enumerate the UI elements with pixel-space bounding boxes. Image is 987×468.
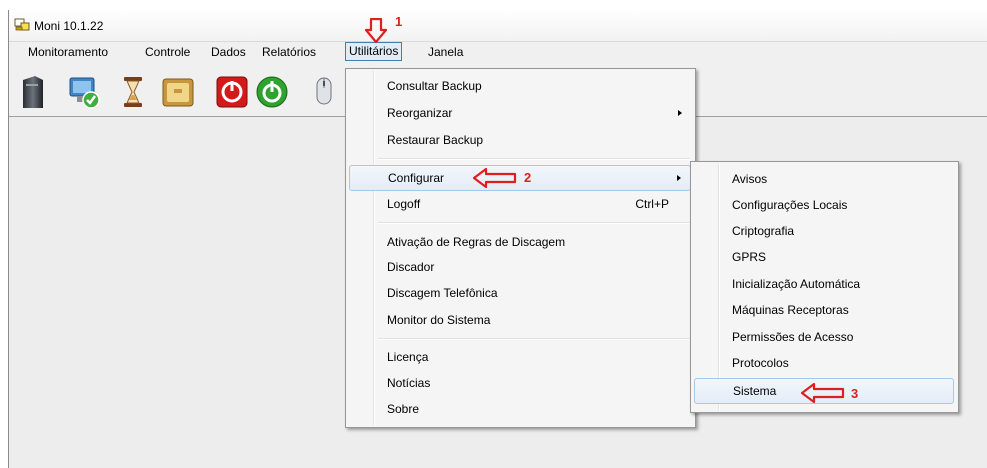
- menu-item-label: Restaurar Backup: [387, 133, 484, 147]
- menu-item-logoff[interactable]: Logoff Ctrl+P: [349, 192, 691, 216]
- submenu-item-maquinas-receptoras[interactable]: Máquinas Receptoras: [694, 298, 954, 322]
- menu-item-label: Criptografia: [732, 224, 795, 238]
- menu-dados[interactable]: Dados: [208, 44, 249, 60]
- menu-item-noticias[interactable]: Notícias: [349, 371, 691, 395]
- annotation-step-3: 3: [851, 386, 859, 401]
- menu-separator: [378, 222, 690, 224]
- submenu-item-permissoes-acesso[interactable]: Permissões de Acesso: [694, 325, 954, 349]
- menu-item-label: Protocolos: [732, 356, 789, 370]
- menu-separator: [378, 158, 690, 160]
- menu-item-label: Inicialização Automática: [732, 277, 861, 291]
- submenu-item-gprs[interactable]: GPRS: [694, 245, 954, 269]
- configurar-submenu: Avisos Configurações Locais Criptografia…: [690, 161, 959, 413]
- menu-item-label: GPRS: [732, 250, 767, 264]
- menu-controle[interactable]: Controle: [142, 44, 193, 60]
- menu-separator: [378, 338, 690, 340]
- menu-item-label: Máquinas Receptoras: [732, 303, 849, 317]
- menu-item-label: Sistema: [733, 384, 777, 398]
- hourglass-icon[interactable]: [116, 74, 150, 110]
- menu-janela[interactable]: Janela: [425, 44, 466, 60]
- annotation-step-2: 2: [524, 170, 532, 185]
- annotation-arrow-down-icon: [365, 18, 387, 44]
- server-icon[interactable]: [15, 74, 49, 110]
- submenu-arrow-icon: [678, 110, 682, 116]
- submenu-arrow-icon: [677, 175, 681, 181]
- menu-item-shortcut: Ctrl+P: [635, 197, 669, 211]
- menu-item-label: Notícias: [387, 376, 431, 390]
- annotation-arrow-left-icon: [472, 167, 517, 189]
- menu-relatorios[interactable]: Relatórios: [259, 44, 319, 60]
- stop-icon[interactable]: [215, 74, 249, 110]
- menu-bar: Monitoramento Controle Dados Relatórios …: [9, 42, 987, 62]
- annotation-arrow-left-icon: [800, 382, 845, 404]
- menu-item-label: Permissões de Acesso: [732, 330, 854, 344]
- menu-item-consultar-backup[interactable]: Consultar Backup: [349, 74, 691, 98]
- power-icon[interactable]: [255, 74, 289, 110]
- menu-item-label: Discador: [387, 260, 435, 274]
- window-title: Moni 10.1.22: [34, 19, 104, 33]
- folder-icon[interactable]: [161, 74, 195, 110]
- menu-item-label: Avisos: [732, 172, 768, 186]
- mouse-icon[interactable]: [307, 74, 341, 110]
- submenu-item-configuracoes-locais[interactable]: Configurações Locais: [694, 193, 954, 217]
- menu-item-label: Consultar Backup: [387, 79, 482, 93]
- app-icon: [14, 18, 30, 31]
- utilitarios-menu: Consultar Backup Reorganizar Restaurar B…: [345, 68, 696, 428]
- menu-item-label: Licença: [387, 350, 429, 364]
- menu-item-restaurar-backup[interactable]: Restaurar Backup: [349, 128, 691, 152]
- menu-item-label: Sobre: [387, 402, 420, 416]
- title-bar: Moni 10.1.22: [9, 10, 987, 42]
- menu-utilitarios[interactable]: Utilitários: [345, 42, 403, 61]
- menu-item-label: Ativação de Regras de Discagem: [387, 235, 566, 249]
- menu-item-licenca[interactable]: Licença: [349, 345, 691, 369]
- submenu-item-protocolos[interactable]: Protocolos: [694, 351, 954, 375]
- menu-item-label: Monitor do Sistema: [387, 313, 491, 327]
- submenu-item-criptografia[interactable]: Criptografia: [694, 219, 954, 243]
- menu-item-label: Configurar: [388, 171, 445, 185]
- menu-item-reorganizar[interactable]: Reorganizar: [349, 101, 691, 125]
- menu-item-sobre[interactable]: Sobre: [349, 397, 691, 421]
- menu-item-label: Configurações Locais: [732, 198, 848, 212]
- menu-monitoramento[interactable]: Monitoramento: [25, 44, 111, 60]
- menu-item-label: Discagem Telefônica: [387, 286, 498, 300]
- submenu-item-inicializacao-automatica[interactable]: Inicialização Automática: [694, 272, 954, 296]
- menu-item-ativacao-regras[interactable]: Ativação de Regras de Discagem: [349, 230, 691, 254]
- menu-item-monitor-sistema[interactable]: Monitor do Sistema: [349, 308, 691, 332]
- annotation-step-1: 1: [395, 14, 403, 29]
- menu-item-discador[interactable]: Discador: [349, 255, 691, 279]
- menu-item-configurar[interactable]: Configurar: [349, 165, 691, 191]
- menu-item-label: Logoff: [387, 197, 421, 211]
- menu-item-discagem-telefonica[interactable]: Discagem Telefônica: [349, 281, 691, 305]
- menu-item-label: Reorganizar: [387, 106, 453, 120]
- submenu-item-avisos[interactable]: Avisos: [694, 167, 954, 191]
- monitor-check-icon[interactable]: [67, 74, 101, 110]
